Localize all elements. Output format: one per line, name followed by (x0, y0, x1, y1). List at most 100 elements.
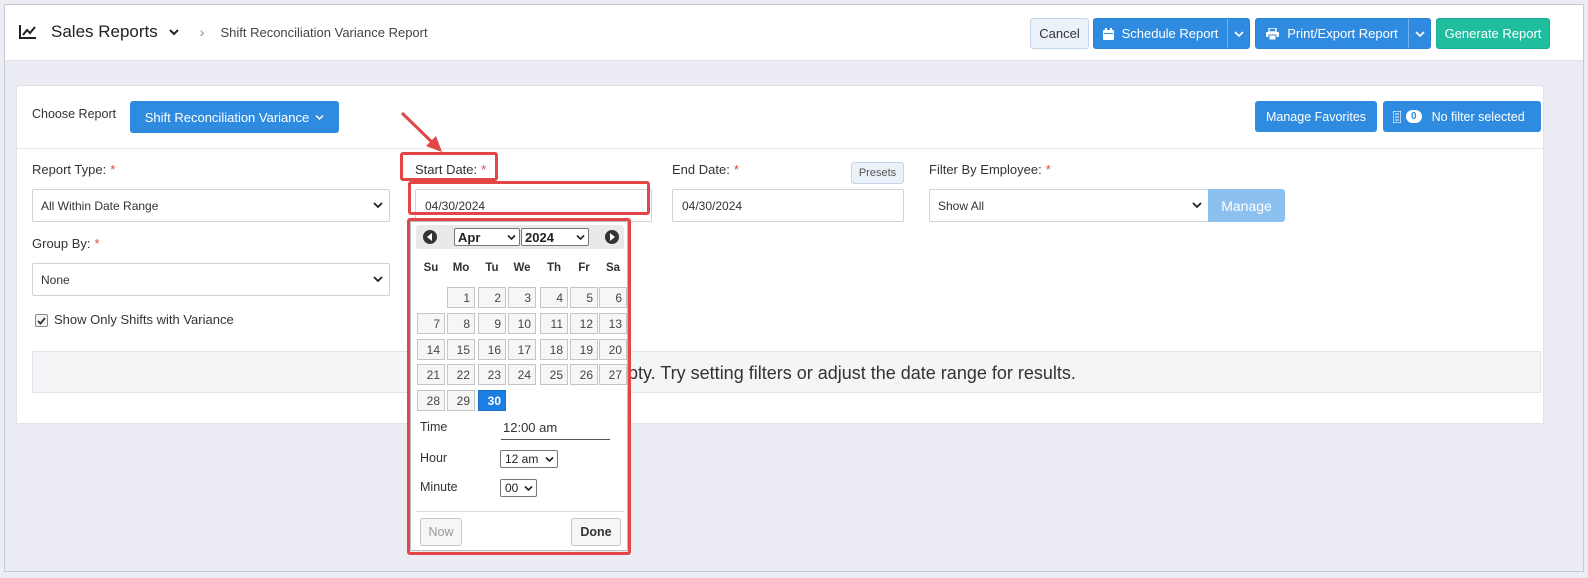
line-chart-icon (19, 25, 36, 39)
day-cell[interactable]: 17 (508, 339, 536, 360)
report-type-label-text: Report Type: (32, 162, 107, 177)
datepicker-header: Apr 2024 (416, 225, 624, 249)
day-cell[interactable]: 14 (417, 339, 445, 360)
day-cell[interactable]: 8 (447, 313, 475, 334)
chevron-down-icon (373, 276, 383, 283)
day-cell[interactable]: 27 (599, 364, 627, 385)
filter-button[interactable]: 0 No filter selected (1383, 101, 1541, 132)
day-cell[interactable]: 23 (478, 364, 506, 385)
group-by-label-text: Group By: (32, 236, 91, 251)
breadcrumb: Shift Reconciliation Variance Report (220, 24, 428, 40)
day-cell[interactable]: 2 (478, 287, 506, 308)
day-cell[interactable]: 7 (417, 313, 445, 334)
printer-icon (1266, 27, 1280, 40)
day-cell[interactable]: 22 (447, 364, 475, 385)
choose-report-label: Choose Report (32, 107, 117, 121)
day-cell[interactable]: 21 (417, 364, 445, 385)
day-cell[interactable]: 6 (599, 287, 627, 308)
day-cell[interactable]: 3 (508, 287, 536, 308)
schedule-report-label: Schedule Report (1121, 26, 1219, 41)
report-type-select[interactable]: All Within Date Range (32, 189, 390, 222)
presets-button[interactable]: Presets (851, 162, 904, 184)
day-cell[interactable]: 15 (447, 339, 475, 360)
schedule-dropdown-toggle[interactable] (1227, 19, 1249, 48)
choose-report-dropdown[interactable]: Shift Reconciliation Variance (130, 101, 339, 133)
hour-select[interactable]: 12 am (500, 450, 558, 468)
page-title[interactable]: Sales Reports (51, 22, 158, 42)
schedule-report-label-wrap: Schedule Report (1102, 26, 1219, 41)
weekday-label: Tu (485, 262, 499, 274)
manage-favorites-button[interactable]: Manage Favorites (1255, 101, 1377, 132)
weekday-label: We (513, 262, 531, 274)
generate-report-button[interactable]: Generate Report (1436, 18, 1550, 49)
variance-checkbox-label[interactable]: Show Only Shifts with Variance (54, 312, 234, 327)
datepicker-popup: Apr 2024 Su Mo Tu We Th Fr Sa 1 2 3 4 5 6 7 8 9 10 11 12 1… (410, 221, 628, 551)
day-cell[interactable]: 18 (540, 339, 568, 360)
day-cell[interactable]: 13 (599, 313, 627, 334)
weekday-label: Sa (605, 262, 621, 274)
minute-select[interactable]: 00 (500, 479, 537, 497)
required-marker: * (110, 162, 116, 177)
day-cell[interactable]: 1 (447, 287, 475, 308)
prev-month-icon[interactable] (423, 230, 437, 244)
hour-label: Hour (420, 451, 448, 465)
day-cell[interactable]: 24 (508, 364, 536, 385)
day-cell[interactable]: 12 (570, 313, 598, 334)
end-date-label: End Date: * (672, 162, 739, 177)
weekday-label: Su (423, 262, 439, 274)
chevron-down-icon (373, 202, 383, 209)
required-marker: * (1045, 162, 1051, 177)
day-cell[interactable]: 4 (540, 287, 568, 308)
month-value: Apr (458, 229, 481, 245)
print-dropdown-toggle[interactable] (1408, 19, 1430, 48)
schedule-report-button[interactable]: Schedule Report (1093, 18, 1250, 49)
day-cell[interactable]: 20 (599, 339, 627, 360)
report-type-label: Report Type: * (32, 162, 115, 177)
year-select[interactable]: 2024 (521, 228, 589, 246)
day-cell[interactable]: 9 (478, 313, 506, 334)
employee-select[interactable]: Show All (929, 189, 1209, 222)
day-cell[interactable]: 29 (447, 390, 475, 411)
print-export-button[interactable]: Print/Export Report (1255, 18, 1431, 49)
now-button[interactable]: Now (420, 518, 462, 546)
end-date-input[interactable]: 04/30/2024 (672, 189, 904, 222)
title-area: Sales Reports › Shift Reconciliation Var… (19, 22, 428, 42)
month-select[interactable]: Apr (454, 228, 520, 246)
day-cell[interactable]: 11 (540, 313, 568, 334)
group-by-select[interactable]: None (32, 263, 390, 296)
employee-value: Show All (938, 198, 985, 213)
report-type-value: All Within Date Range (41, 198, 159, 213)
day-cell[interactable]: 28 (417, 390, 445, 411)
checkmark-icon (37, 316, 46, 325)
cancel-button[interactable]: Cancel (1030, 18, 1089, 49)
manage-employees-button[interactable]: Manage (1208, 189, 1285, 222)
chevron-down-icon (1233, 30, 1244, 37)
time-label: Time (420, 420, 448, 434)
chevron-down-icon[interactable] (168, 26, 180, 38)
start-date-input-highlight (408, 181, 650, 215)
day-cell[interactable]: 10 (508, 313, 536, 334)
breadcrumb-separator-icon: › (199, 24, 205, 40)
year-value: 2024 (525, 229, 554, 245)
weekday-label: Fr (578, 262, 590, 274)
day-cell[interactable]: 19 (570, 339, 598, 360)
day-cell[interactable]: 25 (540, 364, 568, 385)
variance-checkbox[interactable] (35, 314, 48, 327)
day-cell[interactable]: 26 (570, 364, 598, 385)
day-cell[interactable]: 16 (478, 339, 506, 360)
calendar-icon (1102, 27, 1114, 40)
time-value: 12:00 am (501, 420, 610, 440)
done-button[interactable]: Done (571, 518, 621, 546)
top-bar: Sales Reports › Shift Reconciliation Var… (5, 5, 1583, 61)
hour-value: 12 am (505, 452, 539, 466)
chevron-down-icon (1192, 202, 1202, 209)
group-by-label: Group By: * (32, 236, 100, 251)
weekday-label: Mo (452, 262, 470, 274)
chevron-down-icon (545, 456, 554, 463)
datepicker-divider (416, 511, 624, 512)
employee-filter-label-text: Filter By Employee: (929, 162, 1042, 177)
day-cell[interactable]: 5 (570, 287, 598, 308)
selected-day-cell[interactable]: 30 (478, 390, 506, 411)
next-month-icon[interactable] (605, 230, 619, 244)
group-by-value: None (41, 272, 70, 287)
